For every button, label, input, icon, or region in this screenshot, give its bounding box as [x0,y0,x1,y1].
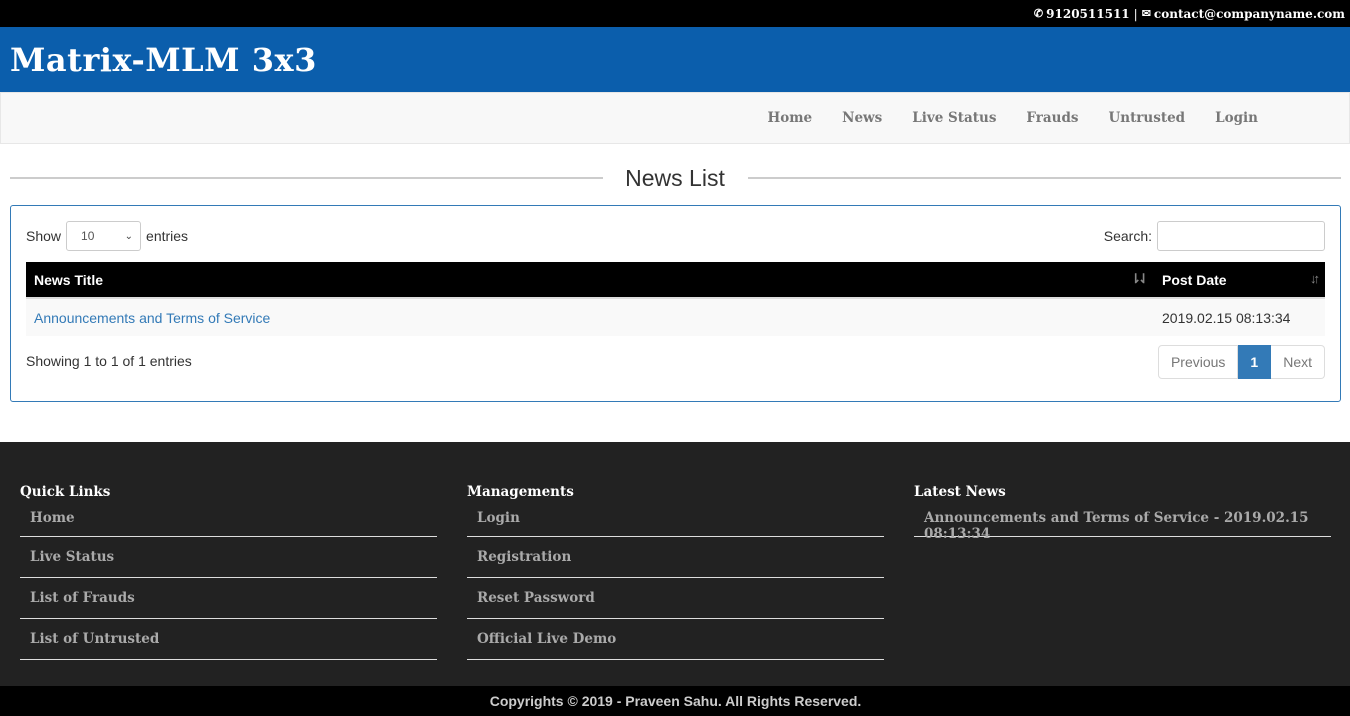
footer-link-untrusted[interactable]: List of Untrusted [20,619,437,660]
search-control: Search: [1104,221,1325,251]
footer-link-frauds[interactable]: List of Frauds [20,578,437,619]
news-title-cell: Announcements and Terms of Service [26,298,1154,336]
page-title-row: News List [0,144,1350,206]
nav-frauds[interactable]: Frauds [1026,110,1078,126]
footer-link-live-status[interactable]: Live Status [20,537,437,578]
footer-link-home[interactable]: Home [20,506,437,537]
managements-heading: Managements [467,484,574,500]
site-title[interactable]: Matrix-MLM 3x3 [10,41,317,79]
nav-live-status[interactable]: Live Status [912,110,996,126]
next-button[interactable]: Next [1271,345,1325,379]
search-label: Search: [1103,228,1152,244]
latest-news-item[interactable]: Announcements and Terms of Service - 201… [914,506,1331,542]
footer-link-registration[interactable]: Registration [467,537,884,578]
nav-untrusted[interactable]: Untrusted [1108,110,1185,126]
news-table: News Title ⇂⇃ Post Date ↓↑ Announcements… [26,262,1325,336]
phone-icon: ✆ [1033,7,1044,20]
contact-phone: 9120511511 [1046,6,1130,21]
entries-label: entries [146,228,189,244]
search-input[interactable] [1157,221,1325,251]
previous-button[interactable]: Previous [1157,345,1239,379]
column-header-news-title[interactable]: News Title ⇂⇃ [26,262,1154,298]
table-header-row: News Title ⇂⇃ Post Date ↓↑ [26,262,1325,298]
post-date-cell: 2019.02.15 08:13:34 [1162,309,1291,326]
footer-link-live-demo[interactable]: Official Live Demo [467,619,884,660]
contact-separator: | [1133,6,1138,21]
nav-login[interactable]: Login [1215,110,1258,126]
footer-link-login[interactable]: Login [467,506,884,537]
title-divider-right [748,177,1341,179]
table-info: Showing 1 to 1 of 1 entries [26,353,192,369]
page-size-value: 10 [81,229,95,243]
footer-quick-links: Quick Links Home Live Status List of Fra… [20,484,437,660]
nav-home[interactable]: Home [767,110,812,126]
pagination: Previous 1 Next [1157,345,1325,379]
column-label-post-date: Post Date [1162,271,1227,288]
contact-email[interactable]: contact@companyname.com [1154,7,1345,21]
sort-icon: ↓↑ [1310,271,1320,286]
site-footer: Quick Links Home Live Status List of Fra… [0,442,1350,686]
site-header: Matrix-MLM 3x3 [0,27,1350,92]
news-table-panel: Show 10 ⌄ entries Search: News Title ⇂⇃ … [10,205,1341,402]
footer-managements: Managements Login Registration Reset Pas… [467,484,884,660]
page-size-control: Show 10 ⌄ entries [26,221,188,251]
page-size-select[interactable]: 10 ⌄ [66,221,142,251]
news-title-link[interactable]: Announcements and Terms of Service [34,310,270,326]
footer-latest-news: Latest News Announcements and Terms of S… [914,484,1331,542]
copyright-bar: Copyrights © 2019 - Praveen Sahu. All Ri… [0,686,1350,716]
main-navbar: Home News Live Status Frauds Untrusted L… [0,92,1350,144]
copyright-text: Copyrights © 2019 - Praveen Sahu. All Ri… [489,693,862,709]
quick-links-heading: Quick Links [20,484,111,500]
column-label-news-title: News Title [34,271,103,288]
table-row: Announcements and Terms of Service 2019.… [26,298,1325,336]
envelope-icon: ✉ [1141,7,1151,20]
contact-bar: ✆ 9120511511 | ✉ contact@companyname.com [0,0,1350,27]
sort-desc-icon: ⇂⇃ [1130,271,1149,286]
column-header-post-date[interactable]: Post Date ↓↑ [1154,262,1325,298]
title-divider-left [10,177,603,179]
table-controls: Show 10 ⌄ entries Search: [26,221,1325,251]
footer-link-reset-password[interactable]: Reset Password [467,578,884,619]
latest-news-heading: Latest News [914,484,1006,500]
show-label: Show [26,228,62,244]
chevron-down-icon: ⌄ [124,230,134,242]
page-1-button[interactable]: 1 [1238,345,1272,379]
page-title: News List [625,164,725,191]
nav-news[interactable]: News [842,110,882,126]
